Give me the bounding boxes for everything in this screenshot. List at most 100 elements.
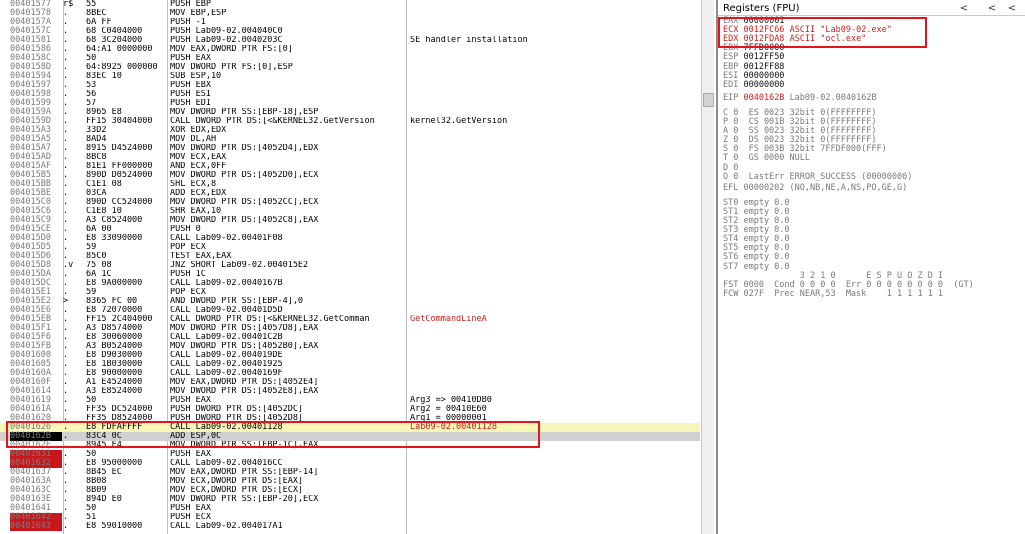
disasm-row[interactable]: 0040163E. 894D E0 MOV DWORD PTR SS:[EBP-20… bbox=[0, 495, 700, 504]
disasm-row[interactable]: 0040157A. 6A FF PUSH -1 bbox=[0, 18, 700, 27]
disasm-instruction: ADD ESP,0C bbox=[170, 432, 222, 441]
disasm-row[interactable]: 004015FB. A3 B0524000 MOV DWORD PTR DS:[40… bbox=[0, 342, 700, 351]
disasm-hex: 8915 D4524000 bbox=[86, 144, 153, 153]
disasm-instruction: PUSH EBX bbox=[170, 81, 211, 90]
disasm-row[interactable]: 004015F1. A3 D8574000 MOV DWORD PTR DS:[40… bbox=[0, 324, 700, 333]
disasm-row[interactable]: 004015CE. 6A 00 PUSH 0 bbox=[0, 225, 700, 234]
disassembly-scrollbar[interactable] bbox=[701, 0, 714, 534]
nav-left-icon[interactable]: < bbox=[1004, 2, 1020, 15]
disasm-row[interactable]: 0040163A. 8B08 MOV ECX,DWORD PTR DS:[EAX] bbox=[0, 477, 700, 486]
disasm-row[interactable]: 004015E1. 59 POP ECX bbox=[0, 288, 700, 297]
disasm-instruction: CALL Lab09-02.00401128 bbox=[170, 423, 283, 432]
disasm-row[interactable]: 00401620. FF35 D8524000 PUSH DWORD PTR DS:… bbox=[0, 414, 700, 423]
disasm-row[interactable]: 00401600. E8 D9030000 CALL Lab09-02.004019… bbox=[0, 351, 700, 360]
disasm-row[interactable]: 00401577 r$ 55 PUSH EBP bbox=[0, 0, 700, 9]
disasm-hex: 83C4 0C bbox=[86, 432, 122, 441]
disasm-instruction: CALL Lab09-02.00401C2B bbox=[170, 333, 283, 342]
disasm-row[interactable]: 004015C0. 890D CC524000 MOV DWORD PTR DS:[… bbox=[0, 198, 700, 207]
disasm-instruction: PUSH 1C bbox=[170, 270, 206, 279]
disasm-instruction: MOV EAX,DWORD PTR SS:[EBP-14] bbox=[170, 468, 319, 477]
disasm-row[interactable]: 004015A3. 33D2 XOR EDX,EDX bbox=[0, 126, 700, 135]
disasm-row[interactable]: 00401642. 51 PUSH ECX bbox=[0, 513, 700, 522]
disasm-row[interactable]: 00401632. E8 95000000 CALL Lab09-02.004016… bbox=[0, 459, 700, 468]
scrollbar-thumb[interactable] bbox=[703, 93, 714, 107]
disasm-row[interactable]: 0040158C. 50 PUSH EAX bbox=[0, 54, 700, 63]
disasm-row[interactable]: 004015D8 .v 75 08 JNZ SHORT Lab09-02.004015… bbox=[0, 261, 700, 270]
disasm-row[interactable]: 004015E6. E8 72070000 CALL Lab09-02.00401D… bbox=[0, 306, 700, 315]
fcw-line: FCW 027F Prec NEAR,53 Mask 1 1 1 1 1 1 bbox=[723, 288, 944, 299]
disasm-hex: 50 bbox=[86, 54, 97, 63]
disasm-hex: 50 bbox=[86, 450, 97, 459]
disasm-row[interactable]: 004015E2 >8365 FC 00 AND DWORD PTR SS:[EBP… bbox=[0, 297, 700, 306]
disasm-row[interactable]: 00401605. E8 1B030000 CALL Lab09-02.004019… bbox=[0, 360, 700, 369]
disasm-hex: E8 72070000 bbox=[86, 306, 143, 315]
disasm-comment: kernel32.GetVersion bbox=[410, 117, 508, 126]
disasm-address: 00401643 bbox=[10, 522, 62, 531]
disasm-instruction: MOV ECX,DWORD PTR DS:[ECX] bbox=[170, 486, 304, 495]
disasm-hex: E8 30060000 bbox=[86, 333, 143, 342]
nav-left-icon[interactable]: < bbox=[984, 2, 1000, 15]
disasm-row[interactable]: 0040161A. FF35 DC524000 PUSH DWORD PTR DS:… bbox=[0, 405, 700, 414]
disasm-row[interactable]: 004015DC. E8 9A000000 CALL Lab09-02.004016… bbox=[0, 279, 700, 288]
register-value[interactable]: 00000000 bbox=[743, 80, 784, 90]
disasm-row[interactable]: 00401614. A3 E8524000 MOV DWORD PTR DS:[40… bbox=[0, 387, 700, 396]
disasm-row[interactable]: 00401581. 68 3C204000 PUSH Lab09-02.004020… bbox=[0, 36, 700, 45]
disasm-instruction: XOR EDX,EDX bbox=[170, 126, 227, 135]
disasm-instruction: MOV EBP,ESP bbox=[170, 9, 227, 18]
disasm-row[interactable]: 0040162E. 8945 E4 MOV DWORD PTR SS:[EBP-1C… bbox=[0, 441, 700, 450]
disasm-instruction: PUSH ESI bbox=[170, 90, 211, 99]
disasm-row[interactable]: 00401578. 8BEC MOV EBP,ESP bbox=[0, 9, 700, 18]
disasm-row[interactable]: 00401597. 53 PUSH EBX bbox=[0, 81, 700, 90]
disasm-hex: 81E1 FF000000 bbox=[86, 162, 153, 171]
disasm-row[interactable]: 004015F6. E8 30060000 CALL Lab09-02.00401C… bbox=[0, 333, 700, 342]
disasm-row[interactable]: 0040158D. 64:8925 000000 MOV DWORD PTR FS:… bbox=[0, 63, 700, 72]
disasm-hex: 50 bbox=[86, 504, 97, 513]
disasm-hex: E8 59010000 bbox=[86, 522, 143, 531]
disasm-row[interactable]: 004015BE. 03CA ADD ECX,EDX bbox=[0, 189, 700, 198]
disasm-row[interactable]: 0040159D. FF15 30404000 CALL DWORD PTR DS:… bbox=[0, 117, 700, 126]
disasm-row[interactable]: 00401619. 50 PUSH EAX Arg3 => 00410DB0 bbox=[0, 396, 700, 405]
disasm-row[interactable]: 00401643. E8 59010000 CALL Lab09-02.004017… bbox=[0, 522, 700, 531]
disasm-row[interactable]: 0040157C. 68 C0404000 PUSH Lab09-02.004040… bbox=[0, 27, 700, 36]
disasm-instruction: MOV DWORD PTR SS:[EBP-20],ECX bbox=[170, 495, 319, 504]
disasm-row[interactable]: 004015A5. 8AD4 MOV DL,AH bbox=[0, 135, 700, 144]
disasm-row[interactable]: 004015BB. C1E1 08 SHL ECX,8 bbox=[0, 180, 700, 189]
disasm-row[interactable]: 00401594. 83EC 10 SUB ESP,10 bbox=[0, 72, 700, 81]
disasm-row[interactable]: 00401599. 57 PUSH EDI bbox=[0, 99, 700, 108]
disasm-row[interactable]: 00401598. 56 PUSH ESI bbox=[0, 90, 700, 99]
disasm-instruction: CALL Lab09-02.004019DE bbox=[170, 351, 283, 360]
disasm-row[interactable]: 0040163C. 8B09 MOV ECX,DWORD PTR DS:[ECX] bbox=[0, 486, 700, 495]
disasm-instruction: PUSH EAX bbox=[170, 504, 211, 513]
disasm-row[interactable]: 004015AD. 8BC8 MOV ECX,EAX bbox=[0, 153, 700, 162]
disasm-instruction: CALL Lab09-02.004016CC bbox=[170, 459, 283, 468]
disasm-row[interactable]: 004015DA. 6A 1C PUSH 1C bbox=[0, 270, 700, 279]
disasm-row[interactable]: 00401586. 64:A1 0000000 MOV EAX,DWORD PTR … bbox=[0, 45, 700, 54]
disasm-instruction: MOV DWORD PTR DS:[4057D8],EAX bbox=[170, 324, 319, 333]
disasm-row[interactable]: 00401637. 8B45 EC MOV EAX,DWORD PTR SS:[EB… bbox=[0, 468, 700, 477]
disasm-row[interactable]: 00401641. 50 PUSH EAX bbox=[0, 504, 700, 513]
disasm-row[interactable]: 0040160F. A1 E4524000 MOV EAX,DWORD PTR DS… bbox=[0, 378, 700, 387]
disasm-instruction: CALL Lab09-02.004017A1 bbox=[170, 522, 283, 531]
disasm-row[interactable]: 004015D6. 85C0 TEST EAX,EAX bbox=[0, 252, 700, 261]
disasm-row[interactable]: 0040159A. 8965 E8 MOV DWORD PTR SS:[EBP-18… bbox=[0, 108, 700, 117]
disasm-row[interactable]: 0040160A. E8 90000000 CALL Lab09-02.004016… bbox=[0, 369, 700, 378]
disasm-row[interactable]: 004015AF. 81E1 FF000000 AND ECX,0FF bbox=[0, 162, 700, 171]
register-comment: ASCII "ocl.exe" bbox=[789, 34, 867, 45]
disasm-row[interactable]: 004015D0. E8 33090000 CALL Lab09-02.00401F… bbox=[0, 234, 700, 243]
disasm-row[interactable]: 004015B5. 890D D0524000 MOV DWORD PTR DS:[… bbox=[0, 171, 700, 180]
disasm-row[interactable]: 004015D5. 59 POP ECX bbox=[0, 243, 700, 252]
disasm-row[interactable]: 00401631. 50 PUSH EAX bbox=[0, 450, 700, 459]
disasm-hex: FF15 30404000 bbox=[86, 117, 153, 126]
registers-pane[interactable]: Registers (FPU) < < < EAX 00000001 ECX 0… bbox=[716, 0, 1025, 534]
disasm-instruction: CALL DWORD PTR DS:[<&KERNEL32.GetVersion bbox=[170, 117, 375, 126]
disassembly-pane[interactable]: 00401577 r$ 55 PUSH EBP 00401578. 8BEC MOV EBP… bbox=[0, 0, 714, 534]
register-value[interactable]: 0040162B bbox=[743, 93, 784, 103]
disasm-row[interactable]: 004015EB. FF15 2C404000 CALL DWORD PTR DS:… bbox=[0, 315, 700, 324]
disasm-row[interactable]: 0040162B. 83C4 0C ADD ESP,0C bbox=[0, 432, 700, 441]
disasm-row[interactable]: 004015C6. C1E8 10 SHR EAX,10 bbox=[0, 207, 700, 216]
disasm-hex: 8B09 bbox=[86, 486, 107, 495]
disasm-row[interactable]: 004015C9. A3 C8524000 MOV DWORD PTR DS:[40… bbox=[0, 216, 700, 225]
nav-left-icon[interactable]: < bbox=[956, 2, 972, 15]
disasm-row[interactable]: 004015A7. 8915 D4524000 MOV DWORD PTR DS:[… bbox=[0, 144, 700, 153]
disasm-row[interactable]: 00401626. E8 FDFAFFFF CALL Lab09-02.004011… bbox=[0, 423, 700, 432]
